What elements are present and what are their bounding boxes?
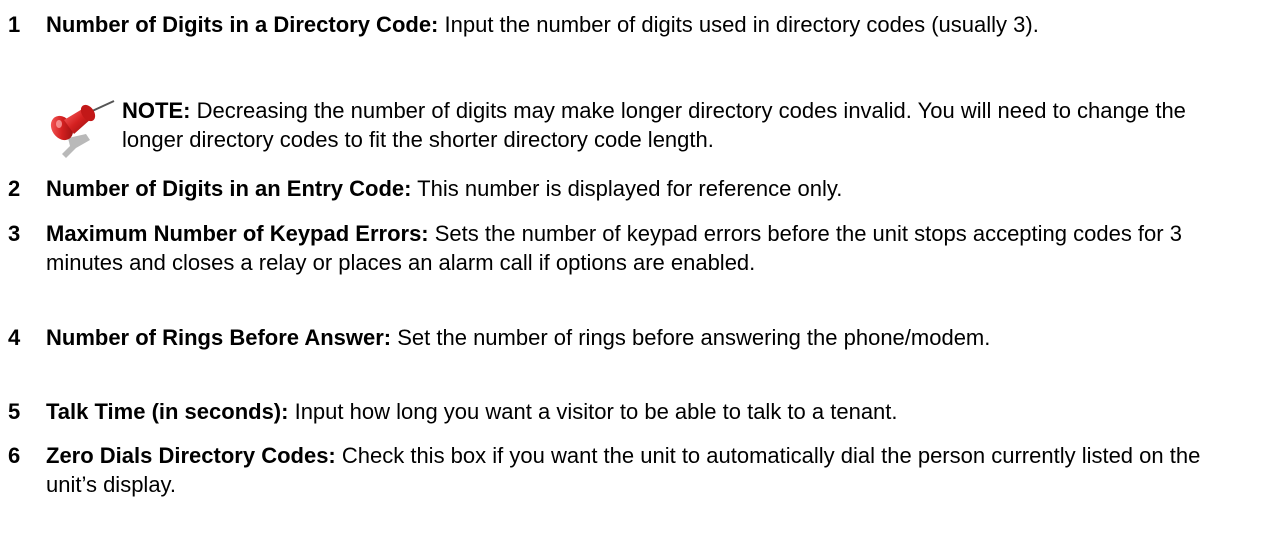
item-number: 1 <box>8 12 21 37</box>
note-callout: NOTE: Decreasing the number of digits ma… <box>46 96 1246 160</box>
item-term: Talk Time (in seconds): <box>46 399 289 424</box>
item-text: Input how long you want a visitor to be … <box>288 399 898 424</box>
item-number: 4 <box>8 325 21 350</box>
item-body: Zero Dials Directory Codes: Check this b… <box>46 441 1255 499</box>
item-term: Zero Dials Directory Codes: <box>46 443 336 468</box>
item-body: Number of Rings Before Answer: Set the n… <box>46 323 1255 352</box>
item-body: Number of Digits in an Entry Code: This … <box>46 174 1255 203</box>
note-body: Decreasing the number of digits may make… <box>122 98 1186 152</box>
item-text: Set the number of rings before answering… <box>391 325 991 350</box>
note-label: NOTE: <box>122 98 191 123</box>
item-number: 2 <box>8 176 21 201</box>
item-number: 6 <box>8 443 21 468</box>
item-body: Maximum Number of Keypad Errors: Sets th… <box>46 219 1255 277</box>
note-text: NOTE: Decreasing the number of digits ma… <box>122 96 1246 154</box>
item-number: 5 <box>8 399 21 424</box>
item-text: This number is displayed for reference o… <box>411 176 843 201</box>
item-body: Number of Digits in a Directory Code: In… <box>46 10 1255 39</box>
item-term: Number of Rings Before Answer: <box>46 325 392 350</box>
item-body: Talk Time (in seconds): Input how long y… <box>46 397 1255 426</box>
pushpin-icon <box>46 98 120 160</box>
item-term: Number of Digits in an Entry Code: <box>46 176 412 201</box>
item-term: Maximum Number of Keypad Errors: <box>46 221 429 246</box>
item-number: 3 <box>8 221 21 246</box>
item-text: Input the number of digits used in direc… <box>438 12 1039 37</box>
item-term: Number of Digits in a Directory Code: <box>46 12 439 37</box>
